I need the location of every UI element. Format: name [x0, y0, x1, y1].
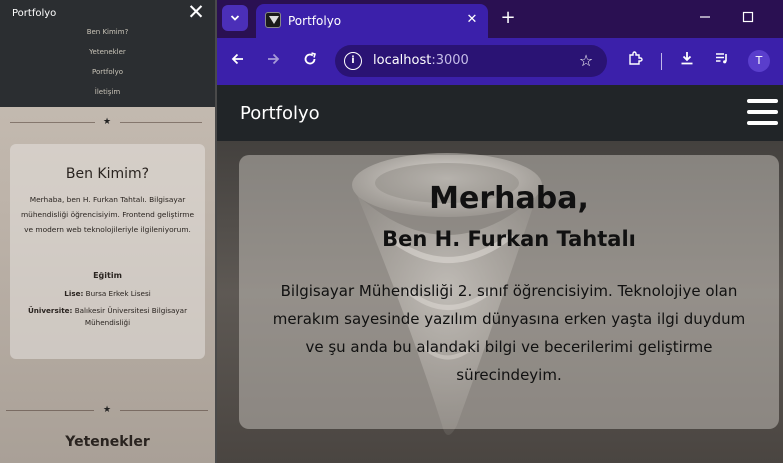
profile-avatar[interactable]: T [748, 50, 770, 72]
download-icon[interactable] [674, 48, 700, 74]
university-value: Balıkesir Üniversitesi Bilgisayar Mühend… [74, 306, 188, 327]
bookmark-star-icon[interactable]: ☆ [575, 50, 597, 72]
tab-title: Portfolyo [288, 14, 342, 28]
hero-heading: Merhaba, [429, 181, 589, 216]
close-icon[interactable]: ✕ [186, 2, 206, 23]
university-label: Üniversite: [27, 306, 73, 315]
url-text: localhost:3000 [373, 53, 469, 68]
media-control-icon[interactable] [709, 48, 735, 74]
new-tab-button[interactable]: + [497, 6, 519, 30]
lise-value: Bursa Erkek Lisesi [85, 289, 151, 298]
section-divider: ★ [0, 117, 215, 127]
about-title: Ben Kimim? [65, 166, 150, 182]
toolbar-separator [661, 53, 662, 70]
education-university: Üniversite: Balıkesir Üniversitesi Bilgi… [20, 305, 195, 329]
mobile-nav-link-contact[interactable]: İletişim [0, 88, 215, 96]
section-divider: ★ [0, 405, 215, 415]
site-info-icon[interactable]: i [344, 52, 362, 70]
hamburger-menu-icon[interactable] [747, 99, 778, 126]
minimize-icon[interactable] [691, 6, 719, 30]
tab-search-button[interactable] [222, 5, 248, 31]
star-icon: ★ [103, 405, 112, 415]
education-lise: Lise: Bursa Erkek Lisesi [20, 288, 195, 300]
extensions-icon[interactable] [622, 48, 648, 74]
browser-window: Portfolyo ✕ + i localhost:3000 ☆ T Portf… [217, 0, 783, 463]
hero-paragraph: Bilgisayar Mühendisliği 2. sınıf öğrenci… [272, 282, 746, 384]
lise-label: Lise: [64, 289, 84, 298]
mobile-brand[interactable]: Portfolyo [12, 8, 56, 19]
about-card: Ben Kimim? Merhaba, ben H. Furkan Tahtal… [10, 144, 205, 359]
mobile-nav-menu: Portfolyo ✕ Ben Kimim? Yetenekler Portfo… [0, 0, 215, 107]
page-viewport: Portfolyo Merhaba, Ben H. Furkan Tahtalı [217, 85, 783, 463]
mobile-nav-link-about[interactable]: Ben Kimim? [0, 28, 215, 36]
tab-close-icon[interactable]: ✕ [463, 11, 481, 29]
address-bar[interactable]: i localhost:3000 ☆ [335, 45, 607, 77]
hero-subheading: Ben H. Furkan Tahtalı [382, 227, 636, 251]
site-favicon-icon [265, 12, 281, 28]
hero-card: Merhaba, Ben H. Furkan Tahtalı Bilgisaya… [239, 155, 779, 429]
skills-title: Yetenekler [65, 434, 150, 450]
back-icon[interactable] [225, 48, 251, 74]
forward-icon[interactable] [260, 48, 286, 74]
tab-strip: Portfolyo ✕ + [217, 0, 783, 38]
about-text: Merhaba, ben H. Furkan Tahtalı. Bilgisay… [20, 195, 195, 234]
mobile-nav-link-skills[interactable]: Yetenekler [0, 48, 215, 56]
browser-toolbar: i localhost:3000 ☆ T [217, 38, 783, 85]
mobile-nav-link-portfolio[interactable]: Portfolyo [0, 68, 215, 76]
education-title: Eğitim [93, 271, 122, 280]
tab-portfolyo[interactable]: Portfolyo ✕ [256, 4, 488, 38]
page-brand[interactable]: Portfolyo [240, 103, 320, 124]
star-icon: ★ [103, 117, 112, 127]
reload-icon[interactable] [297, 48, 323, 74]
maximize-icon[interactable] [734, 6, 762, 30]
chevron-down-icon [230, 15, 240, 21]
mobile-preview: Portfolyo ✕ Ben Kimim? Yetenekler Portfo… [0, 0, 215, 463]
